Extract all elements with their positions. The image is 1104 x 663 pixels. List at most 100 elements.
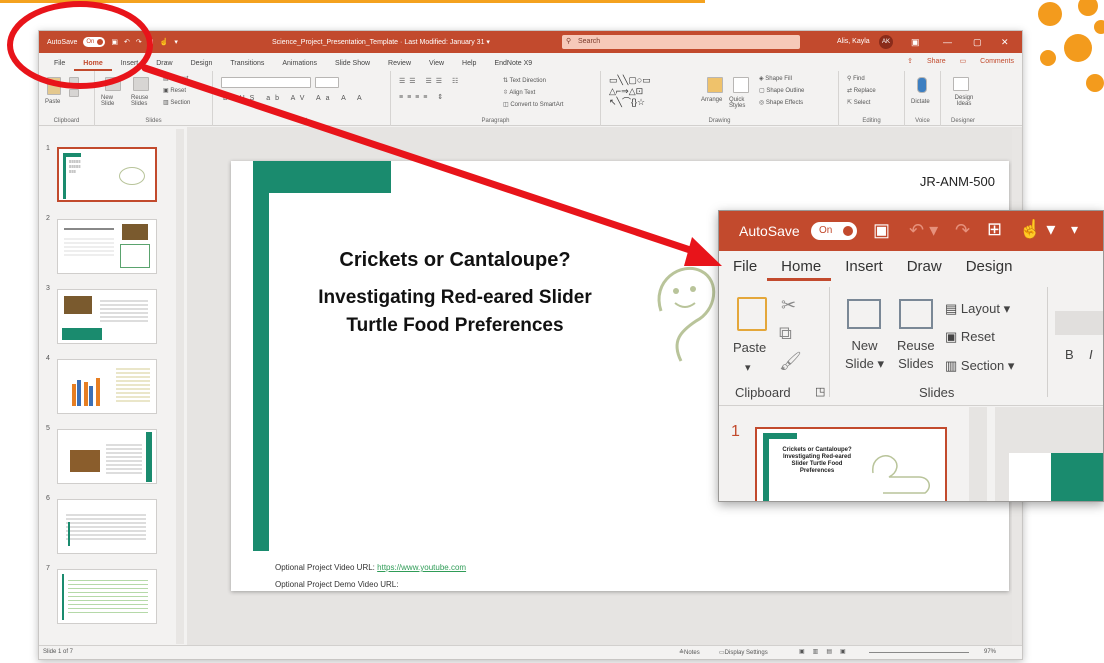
zoom-undo-icon[interactable]: ↶ ▾ bbox=[909, 220, 938, 241]
tab-file[interactable]: File bbox=[45, 60, 74, 71]
zoom-tab-home[interactable]: Home bbox=[767, 258, 832, 281]
tab-home[interactable]: Home bbox=[74, 60, 112, 71]
zoom-paste-dropdown[interactable]: ▾ bbox=[745, 361, 751, 374]
dictate-label[interactable]: Dictate bbox=[911, 99, 930, 105]
zoom-level[interactable]: 97% bbox=[984, 649, 996, 655]
zoom-tab-insert[interactable]: Insert bbox=[831, 258, 893, 281]
slide-thumbnail-2[interactable] bbox=[57, 219, 157, 274]
reuse-slides-icon[interactable] bbox=[133, 77, 149, 91]
zoom-reuse-slides-button[interactable]: Reuse Slides bbox=[897, 337, 935, 373]
zoom-format-painter-icon[interactable]: 🖌 bbox=[779, 351, 802, 372]
zoom-present-icon[interactable]: ⊞ bbox=[987, 219, 1002, 240]
layout-button[interactable]: ▤ Layout bbox=[163, 75, 188, 82]
tab-animations[interactable]: Animations bbox=[273, 60, 326, 71]
zoom-section-button[interactable]: ▥ Section ▾ bbox=[945, 358, 1014, 374]
zoom-autosave-toggle[interactable]: On bbox=[811, 222, 857, 240]
view-buttons[interactable]: ▣▥▤▣ bbox=[799, 648, 854, 655]
zoom-tab-design[interactable]: Design bbox=[952, 258, 1023, 281]
ribbon-display-icon[interactable]: ▣ bbox=[911, 37, 920, 48]
quick-styles-label[interactable]: Quick Styles bbox=[729, 97, 755, 109]
slide-thumbnail-5[interactable] bbox=[57, 429, 157, 484]
redo-icon[interactable]: ↷ bbox=[136, 38, 142, 46]
zoom-thumb-scrollbar[interactable] bbox=[969, 407, 987, 501]
minimize-icon[interactable]: — bbox=[943, 37, 952, 47]
arrange-label[interactable]: Arrange bbox=[701, 97, 722, 103]
maximize-icon[interactable]: ▢ bbox=[973, 37, 982, 48]
user-name[interactable]: Alis, Kayla bbox=[837, 38, 870, 45]
tab-review[interactable]: Review bbox=[379, 60, 420, 71]
font-size-dropdown[interactable] bbox=[315, 77, 339, 88]
font-name-dropdown[interactable] bbox=[221, 77, 311, 88]
cut-icon[interactable] bbox=[69, 77, 79, 85]
slide-thumbnail-4[interactable] bbox=[57, 359, 157, 414]
tab-insert[interactable]: Insert bbox=[112, 60, 148, 71]
zoom-copy-icon[interactable]: ⧉ bbox=[779, 323, 792, 344]
shapes-gallery[interactable]: ▭╲╲▢○▭ △⌐⇒△⊡ ↖╲⌒{}☆ bbox=[609, 75, 695, 109]
zoom-paste-button[interactable]: Paste bbox=[733, 339, 766, 357]
tab-slide-show[interactable]: Slide Show bbox=[326, 60, 379, 71]
reset-button[interactable]: ▣ Reset bbox=[163, 87, 186, 94]
zoom-layout-button[interactable]: ▤ Layout ▾ bbox=[945, 301, 1010, 317]
slide-title[interactable]: Crickets or Cantaloupe? bbox=[305, 249, 605, 272]
zoom-slider[interactable] bbox=[869, 652, 969, 653]
share-button[interactable]: ⇪ Share bbox=[907, 58, 946, 65]
section-button[interactable]: ▥ Section bbox=[163, 99, 190, 106]
paste-icon[interactable] bbox=[47, 77, 61, 95]
tab-transitions[interactable]: Transitions bbox=[221, 60, 273, 71]
text-direction-button[interactable]: ⇅ Text Direction bbox=[503, 77, 546, 84]
comments-button[interactable]: ▭ Comments bbox=[960, 58, 1014, 65]
slide-thumbnail-1[interactable]: ≡≡≡≡≡ ≡≡≡≡≡ ≡≡≡ bbox=[57, 147, 157, 202]
paste-label[interactable]: Paste bbox=[45, 99, 60, 105]
notes-button[interactable]: ≙Notes bbox=[679, 649, 700, 656]
arrange-icon[interactable] bbox=[707, 77, 723, 93]
autosave-toggle[interactable]: On bbox=[83, 37, 106, 47]
thumbnails-scrollbar[interactable] bbox=[176, 129, 184, 644]
tab-help[interactable]: Help bbox=[453, 60, 485, 71]
save-icon[interactable]: ▣ bbox=[111, 38, 118, 46]
find-button[interactable]: ⚲ Find bbox=[847, 75, 865, 82]
search-box[interactable]: ⚲ Search bbox=[562, 35, 800, 49]
zoom-save-icon[interactable]: ▣ bbox=[873, 220, 890, 241]
font-format-buttons[interactable]: BIUS ab AV Aa A A bbox=[223, 95, 367, 102]
touch-mode-icon[interactable]: ☝ bbox=[160, 38, 169, 46]
zoom-italic-button[interactable]: I bbox=[1089, 347, 1093, 362]
zoom-tab-draw[interactable]: Draw bbox=[893, 258, 952, 281]
zoom-reset-button[interactable]: ▣ Reset bbox=[945, 329, 995, 345]
video-url-link[interactable]: https://www.youtube.com bbox=[377, 563, 466, 572]
slide-subtitle[interactable]: Investigating Red-eared Slider Turtle Fo… bbox=[305, 284, 605, 340]
zoom-touch-icon[interactable]: ☝ ▾ bbox=[1019, 219, 1055, 240]
zoom-bold-button[interactable]: B bbox=[1065, 347, 1074, 362]
present-icon[interactable]: ⊞ bbox=[148, 38, 154, 46]
tab-design[interactable]: Design bbox=[182, 60, 222, 71]
convert-smartart-button[interactable]: ◫ Convert to SmartArt bbox=[503, 101, 563, 108]
zoom-paste-icon[interactable] bbox=[737, 297, 767, 331]
avatar[interactable]: AK bbox=[879, 35, 893, 49]
replace-button[interactable]: ⇄ Replace bbox=[847, 87, 876, 94]
select-button[interactable]: ⇱ Select bbox=[847, 99, 870, 106]
new-slide-icon[interactable] bbox=[105, 77, 121, 91]
tab-view[interactable]: View bbox=[420, 60, 453, 71]
tab-draw[interactable]: Draw bbox=[147, 60, 181, 71]
slide-thumbnail-3[interactable] bbox=[57, 289, 157, 344]
shape-effects-button[interactable]: ◎ Shape Effects bbox=[759, 99, 803, 106]
tab-endnote[interactable]: EndNote X9 bbox=[485, 60, 541, 71]
zoom-new-slide-icon[interactable] bbox=[847, 299, 881, 329]
zoom-tab-file[interactable]: File bbox=[719, 258, 767, 281]
dictate-icon[interactable] bbox=[917, 77, 927, 93]
design-ideas-label[interactable]: Design Ideas bbox=[949, 95, 979, 107]
slide-thumbnail-7[interactable] bbox=[57, 569, 157, 624]
quick-styles-icon[interactable] bbox=[733, 77, 749, 93]
align-text-button[interactable]: ⇳ Align Text bbox=[503, 89, 535, 96]
shape-fill-button[interactable]: ◈ Shape Fill bbox=[759, 75, 792, 82]
close-icon[interactable]: ✕ bbox=[1001, 37, 1009, 48]
shape-outline-button[interactable]: ▢ Shape Outline bbox=[759, 87, 804, 94]
alignment-buttons[interactable]: ≡≡≡≡ ⇕ bbox=[399, 93, 447, 101]
zoom-new-slide-button[interactable]: New Slide ▾ bbox=[845, 337, 884, 373]
reuse-slides-label[interactable]: Reuse Slides bbox=[131, 95, 157, 107]
zoom-slide-thumbnail-1[interactable]: Crickets or Cantaloupe? Investigating Re… bbox=[755, 427, 947, 501]
customize-qat-icon[interactable]: ▾ bbox=[174, 38, 178, 46]
undo-icon[interactable]: ↶ bbox=[124, 38, 130, 46]
zoom-dialog-launcher-icon[interactable]: ◳ bbox=[815, 385, 825, 398]
slide-thumbnail-6[interactable] bbox=[57, 499, 157, 554]
display-settings-button[interactable]: ▭Display Settings bbox=[719, 649, 768, 656]
